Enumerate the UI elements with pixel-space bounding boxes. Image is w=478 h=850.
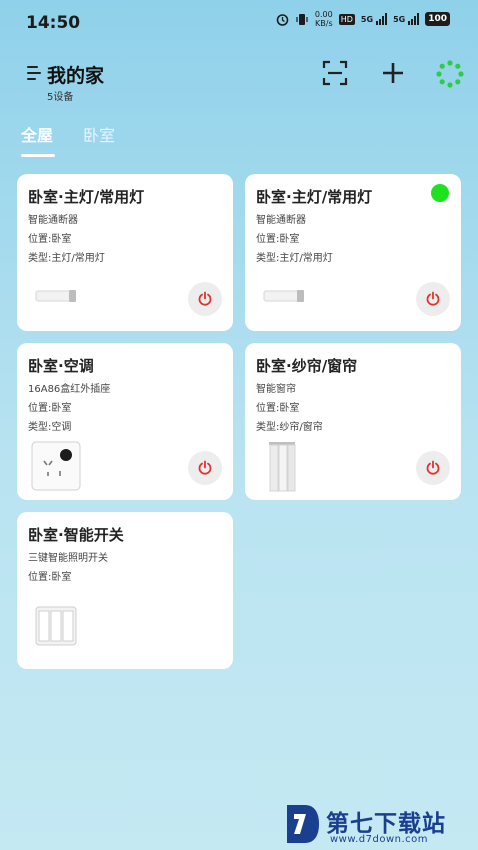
device-model: 三键智能照明开关 xyxy=(28,553,108,564)
device-type: 类型:主灯/常用灯 xyxy=(256,253,333,264)
watermark-text: 第七下载站 xyxy=(326,811,446,837)
device-location: 位置:卧室 xyxy=(28,234,72,245)
device-card[interactable]: 卧室·纱帘/窗帘 智能窗帘 位置:卧室 类型:纱帘/窗帘 xyxy=(245,343,461,500)
device-name: 卧室·空调 xyxy=(28,357,94,375)
network-type-2: 5G xyxy=(393,14,406,24)
power-button[interactable] xyxy=(416,451,450,485)
loading-icon[interactable] xyxy=(436,60,464,88)
power-icon xyxy=(426,460,440,475)
device-card[interactable]: 卧室·主灯/常用灯 智能通断器 位置:卧室 类型:主灯/常用灯 xyxy=(245,174,461,331)
watermark-logo: 第七下载站 www.d7down.com xyxy=(284,800,478,848)
device-name: 卧室·纱帘/窗帘 xyxy=(256,357,358,375)
socket-device-image xyxy=(31,441,81,491)
power-icon xyxy=(426,291,440,306)
battery-icon: 100 xyxy=(425,12,450,26)
signal-icon-2 xyxy=(408,13,420,25)
tab-bedroom[interactable]: 卧室 xyxy=(83,122,115,146)
tab-all-rooms[interactable]: 全屋 xyxy=(21,122,53,146)
status-time: 14:50 xyxy=(26,13,81,33)
hd-badge: HD xyxy=(338,13,355,25)
device-card[interactable]: 卧室·智能开关 三键智能照明开关 位置:卧室 xyxy=(17,512,233,669)
alarm-icon xyxy=(276,13,289,26)
watermark-url: www.d7down.com xyxy=(330,834,429,845)
network-type-1: 5G xyxy=(360,14,374,24)
tab-active-indicator xyxy=(21,154,55,157)
online-status-indicator xyxy=(431,184,449,202)
device-location: 位置:卧室 xyxy=(256,234,300,245)
breaker-device-image xyxy=(263,290,304,302)
device-location: 位置:卧室 xyxy=(28,572,72,583)
device-card[interactable]: 卧室·主灯/常用灯 智能通断器 位置:卧室 类型:主灯/常用灯 xyxy=(17,174,233,331)
power-icon xyxy=(198,291,212,306)
status-icons: 0.00 KB/s HD 5G 5G 100 xyxy=(276,10,450,28)
device-location: 位置:卧室 xyxy=(28,403,72,414)
device-card[interactable]: 卧室·空调 16A86盒红外插座 位置:卧室 类型:空调 xyxy=(17,343,233,500)
device-location: 位置:卧室 xyxy=(256,403,300,414)
device-model: 智能窗帘 xyxy=(256,384,296,395)
network-speed: 0.00 KB/s xyxy=(314,10,333,28)
curtain-device-image xyxy=(269,442,296,492)
power-button[interactable] xyxy=(188,451,222,485)
device-type: 类型:纱帘/窗帘 xyxy=(256,422,323,433)
header: 我的家 5设备 xyxy=(0,50,478,110)
power-button[interactable] xyxy=(188,282,222,316)
d7down-logo-icon xyxy=(287,805,319,843)
device-name: 卧室·主灯/常用灯 xyxy=(28,188,145,206)
vibrate-icon xyxy=(296,13,308,25)
add-icon[interactable] xyxy=(381,61,405,85)
device-model: 16A86盒红外插座 xyxy=(28,384,111,395)
power-icon xyxy=(198,460,212,475)
signal-icon-1 xyxy=(376,13,388,25)
power-button[interactable] xyxy=(416,282,450,316)
device-count: 5设备 xyxy=(47,92,74,103)
device-type: 类型:空调 xyxy=(28,422,72,433)
scan-icon[interactable] xyxy=(322,60,348,86)
switch-device-image xyxy=(35,606,77,646)
menu-icon[interactable] xyxy=(27,65,43,81)
room-tabs: 全屋 卧室 xyxy=(0,118,478,160)
home-title[interactable]: 我的家 xyxy=(47,61,104,88)
device-model: 智能通断器 xyxy=(256,215,306,226)
status-bar: 14:50 0.00 KB/s HD 5G 5G 100 xyxy=(0,0,478,46)
breaker-device-image xyxy=(35,290,76,302)
device-name: 卧室·主灯/常用灯 xyxy=(256,188,373,206)
device-model: 智能通断器 xyxy=(28,215,78,226)
device-type: 类型:主灯/常用灯 xyxy=(28,253,105,264)
device-name: 卧室·智能开关 xyxy=(28,526,124,544)
